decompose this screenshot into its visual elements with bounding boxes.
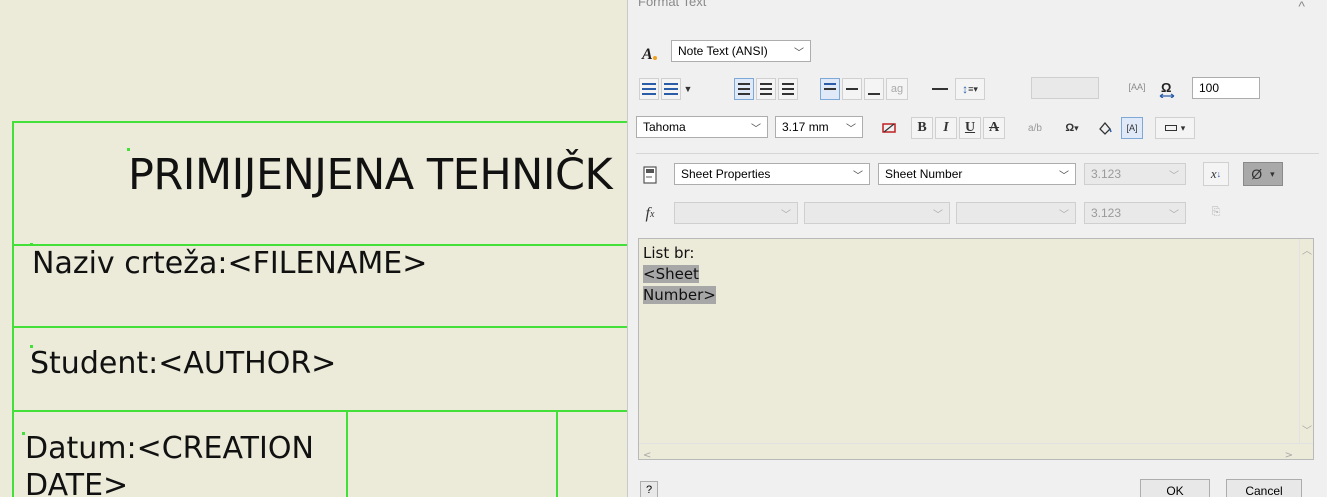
text-style-select[interactable]: Note Text (ANSI) ﹀ — [671, 40, 811, 62]
date-field[interactable]: Datum:<CREATION — [25, 431, 314, 466]
text-frame-button[interactable]: [A] — [1121, 117, 1143, 139]
editor-line: List br: — [643, 244, 695, 262]
date-field-continued: DATE> — [25, 468, 129, 497]
type-select[interactable]: Sheet Properties ﹀ — [674, 163, 870, 185]
cancel-button[interactable]: Cancel — [1226, 479, 1302, 497]
collapse-icon[interactable]: ^ — [1298, 0, 1305, 14]
align-right-button[interactable] — [778, 78, 798, 100]
scroll-right-icon[interactable]: > — [1285, 445, 1293, 466]
property-select[interactable]: Sheet Number ﹀ — [878, 163, 1076, 185]
function-category-select: ﹀ — [674, 202, 798, 224]
title-block-column-divider — [556, 410, 558, 497]
text-color-icon[interactable] — [878, 117, 900, 139]
scroll-down-icon[interactable]: ﹀ — [1302, 421, 1312, 442]
border-style-button[interactable]: ▾ — [1155, 117, 1195, 139]
scroll-up-icon[interactable]: ︿ — [1302, 241, 1312, 262]
diameter-symbol-button[interactable]: Ø ▾ — [1243, 162, 1283, 186]
function-precision-select: 3.123 ﹀ — [1084, 202, 1186, 224]
insert-symbol-icon[interactable]: Ω ▾ — [1057, 117, 1087, 139]
line-weight-icon[interactable] — [930, 78, 950, 100]
title-block-row-divider — [12, 410, 627, 412]
drawing-name-field[interactable]: Naziv crteža:<FILENAME> — [32, 246, 427, 281]
underline-button[interactable]: U — [959, 117, 981, 139]
bullet-list-button[interactable] — [639, 78, 659, 100]
title-block-left-border — [12, 121, 14, 497]
title-block-row-divider — [12, 326, 627, 328]
fit-text-icon[interactable]: [AA] — [1124, 76, 1150, 98]
align-top-button[interactable] — [820, 78, 840, 100]
precision-select: 3.123 ﹀ — [1084, 163, 1186, 185]
dialog-title: Format Text — [638, 0, 707, 9]
numbered-list-button[interactable] — [661, 78, 681, 100]
add-parameter-button[interactable]: x ↓ — [1203, 162, 1229, 186]
align-center-button[interactable] — [756, 78, 776, 100]
title-block-column-divider — [346, 410, 348, 497]
vertical-scrollbar[interactable]: ︿ ﹀ — [1299, 239, 1313, 444]
editor-selected-parameter[interactable]: Number> — [643, 286, 716, 304]
svg-text:Ω: Ω — [1161, 80, 1171, 95]
editor-selected-parameter[interactable]: <Sheet — [643, 265, 699, 283]
function-name-select: ﹀ — [804, 202, 950, 224]
text-style-icon: A — [638, 42, 662, 64]
student-field[interactable]: Student:<AUTHOR> — [30, 346, 336, 381]
align-middle-button[interactable] — [842, 78, 862, 100]
background-fill-icon[interactable] — [1094, 117, 1116, 139]
list-dropdown-icon[interactable]: ▼ — [681, 78, 695, 100]
scroll-left-icon[interactable]: < — [643, 445, 651, 466]
width-scale-icon: Ω — [1156, 78, 1178, 100]
svg-text:A: A — [641, 46, 653, 62]
ok-button[interactable]: OK — [1140, 479, 1210, 497]
text-editor[interactable]: List br: <Sheet Number> ︿ ﹀ < > — [638, 238, 1314, 461]
line-spacing-button[interactable]: ↕ ≡▾ — [955, 78, 985, 100]
font-size-select[interactable]: 3.17 mm ﹀ — [775, 116, 863, 138]
font-select[interactable]: Tahoma ﹀ — [636, 116, 768, 138]
function-icon: fx — [645, 205, 655, 222]
italic-button[interactable]: I — [935, 117, 957, 139]
strikethrough-button[interactable]: A — [983, 117, 1005, 139]
function-argument-select: ﹀ — [956, 202, 1076, 224]
format-text-dialog: Format Text ^ A Note Text (ANSI) ﹀ ▼ ag … — [627, 0, 1327, 497]
align-left-button[interactable] — [734, 78, 754, 100]
horizontal-scrollbar[interactable]: < > — [639, 443, 1313, 461]
line-spacing-value — [1031, 77, 1099, 99]
bold-button[interactable]: B — [911, 117, 933, 139]
insert-function-icon: ⎘ — [1211, 205, 1221, 218]
help-button[interactable]: ? — [640, 481, 658, 497]
stack-fraction-icon[interactable]: a/b — [1024, 117, 1046, 139]
title-block-title[interactable]: PRIMIJENJENA TEHNIČK — [128, 150, 613, 200]
width-scale-input[interactable]: 100 — [1192, 77, 1260, 99]
title-block-top-border — [12, 121, 627, 123]
align-bottom-button[interactable] — [864, 78, 884, 100]
sheet-properties-icon — [639, 164, 661, 186]
baseline-align-button[interactable]: ag — [886, 78, 908, 100]
toolbar-separator — [636, 153, 1319, 154]
